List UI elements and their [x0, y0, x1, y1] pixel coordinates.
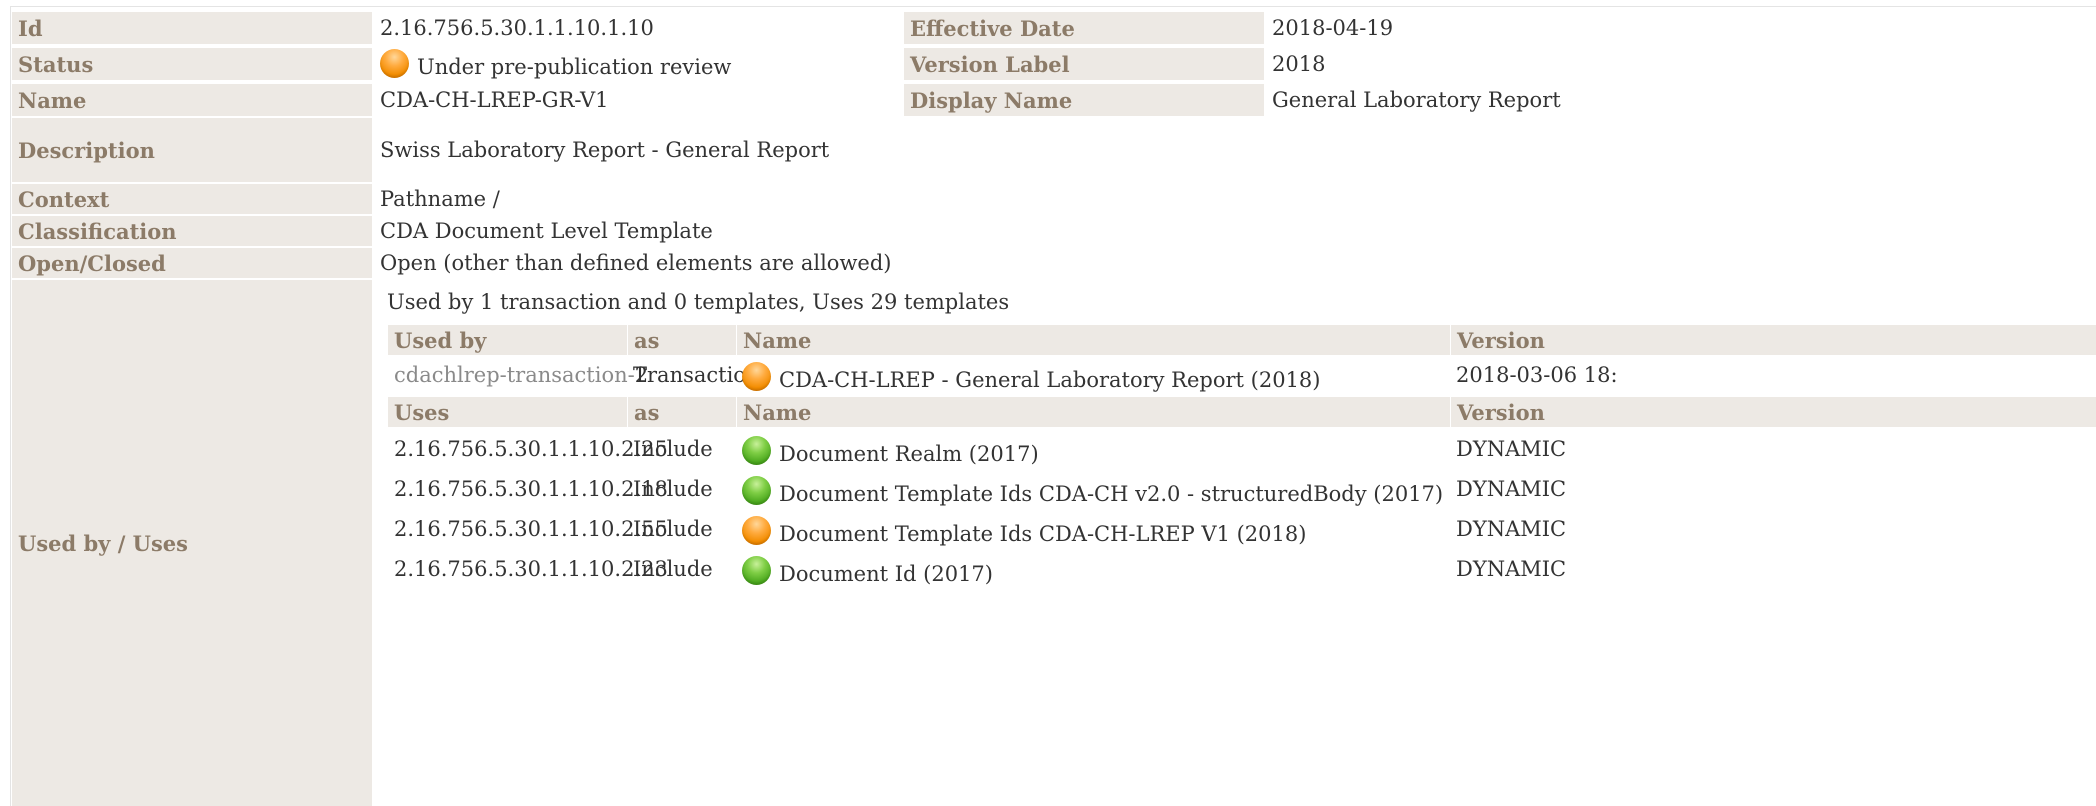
used-by-row-name-text: CDA-CH-LREP - General Laboratory Report …	[779, 368, 1321, 392]
context-value: Pathname /	[380, 187, 500, 211]
uses-row-name[interactable]: Document Realm (2017)	[736, 431, 1450, 471]
used-by-row-ref[interactable]: cdachlrep-transaction- 2	[388, 357, 648, 393]
version-label-value: 2018	[1272, 52, 1326, 76]
status-orange-icon	[742, 515, 771, 545]
context-label: Context	[12, 184, 372, 214]
version-label-label: Version Label	[904, 48, 1264, 80]
status-green-icon	[742, 435, 771, 465]
display-name-label: Display Name	[904, 84, 1264, 116]
effective-date-label: Effective Date	[904, 12, 1264, 44]
uses-header-col3: Name	[736, 397, 1450, 427]
uses-row-as: Include	[633, 517, 713, 541]
used-by-row-version: 2018-03-06 18:	[1456, 363, 1618, 387]
used-by-header-col2: as	[627, 325, 736, 355]
effective-date-value: 2018-04-19	[1272, 16, 1394, 40]
open-closed-value: Open (other than defined elements are al…	[380, 251, 892, 275]
used-by-header-col4: Version	[1450, 325, 2096, 355]
uses-row-as: Include	[633, 557, 713, 581]
uses-row-version: DYNAMIC	[1456, 517, 1567, 541]
used-by-uses-label: Used by / Uses	[12, 280, 372, 806]
status-label: Status	[12, 48, 372, 80]
uses-row-name-text: Document Template Ids CDA-CH v2.0 - stru…	[779, 482, 1444, 506]
status-green-icon	[742, 555, 771, 585]
used-by-header-col3: Name	[736, 325, 1450, 355]
id-label: Id	[12, 12, 372, 44]
description-label: Description	[12, 118, 372, 182]
used-by-row-name[interactable]: CDA-CH-LREP - General Laboratory Report …	[736, 357, 1450, 397]
uses-row-id[interactable]: 2.16.756.5.30.1.1.10.2.18	[388, 471, 668, 507]
uses-row-id[interactable]: 2.16.756.5.30.1.1.10.2.23	[388, 551, 668, 587]
id-value: 2.16.756.5.30.1.1.10.1.10	[380, 16, 654, 40]
template-details-table: Id 2.16.756.5.30.1.1.10.1.10 Effective D…	[10, 6, 2096, 806]
uses-header-col4: Version	[1450, 397, 2096, 427]
name-value: CDA-CH-LREP-GR-V1	[380, 88, 609, 112]
uses-row-name-text: Document Realm (2017)	[779, 442, 1039, 466]
status-value: Under pre-publication review	[372, 45, 902, 83]
uses-row-version: DYNAMIC	[1456, 477, 1567, 501]
status-text: Under pre-publication review	[417, 55, 732, 79]
uses-row-name[interactable]: Document Id (2017)	[736, 551, 1450, 591]
used-by-row-as: Transaction	[633, 363, 760, 387]
uses-row-name[interactable]: Document Template Ids CDA-CH v2.0 - stru…	[736, 471, 1450, 511]
uses-row-version: DYNAMIC	[1456, 557, 1567, 581]
used-by-header-col1: Used by	[388, 325, 627, 355]
used-by-ref-prefix-link[interactable]: cdachlrep-transaction-	[394, 363, 635, 387]
name-label: Name	[12, 84, 372, 116]
uses-row-name-text: Document Template Ids CDA-CH-LREP V1 (20…	[779, 522, 1307, 546]
uses-row-as: Include	[633, 437, 713, 461]
classification-label: Classification	[12, 216, 372, 246]
description-value: Swiss Laboratory Report - General Report	[380, 138, 830, 162]
uses-row-id[interactable]: 2.16.756.5.30.1.1.10.2.55	[388, 511, 668, 547]
uses-row-version: DYNAMIC	[1456, 437, 1567, 461]
uses-row-name[interactable]: Document Template Ids CDA-CH-LREP V1 (20…	[736, 511, 1450, 551]
uses-row-id[interactable]: 2.16.756.5.30.1.1.10.2.25	[388, 431, 668, 467]
uses-row-name-text: Document Id (2017)	[779, 562, 993, 586]
open-closed-label: Open/Closed	[12, 248, 372, 278]
uses-header-col1: Uses	[388, 397, 627, 427]
status-green-icon	[742, 475, 771, 505]
used-by-summary: Used by 1 transaction and 0 templates, U…	[387, 290, 1010, 314]
status-orange-icon	[380, 48, 409, 78]
display-name-value: General Laboratory Report	[1272, 88, 1561, 112]
uses-header-col2: as	[627, 397, 736, 427]
status-orange-icon	[742, 361, 771, 391]
uses-row-as: Include	[633, 477, 713, 501]
classification-value: CDA Document Level Template	[380, 219, 713, 243]
